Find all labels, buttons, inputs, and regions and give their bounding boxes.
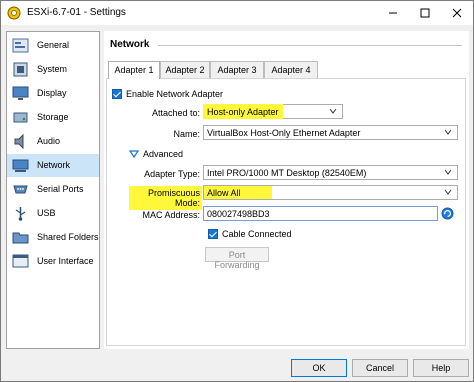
chevron-down-icon: [444, 169, 452, 175]
promiscuous-mode-value: Allow All: [207, 188, 241, 198]
mac-address-value: 080027498BD3: [207, 209, 270, 219]
disk-icon: [13, 112, 28, 123]
close-icon: [452, 8, 462, 18]
attached-to-label: Attached to:: [151, 108, 200, 118]
enable-adapter-checkbox[interactable]: [112, 89, 122, 99]
virtualbox-gear-icon: [7, 6, 21, 20]
sidebar-item-audio[interactable]: Audio: [7, 130, 99, 153]
attached-to-select-dropdown[interactable]: [283, 104, 343, 119]
sidebar-item-user-interface[interactable]: User Interface: [7, 250, 99, 273]
chevron-down-icon: [444, 189, 452, 195]
sidebar-item-shared-folders[interactable]: Shared Folders: [7, 226, 99, 249]
monitor-icon: [12, 86, 29, 100]
cable-connected-checkbox[interactable]: [208, 229, 218, 239]
sidebar-item-label: Storage: [37, 112, 69, 122]
sidebar-item-label: Audio: [37, 136, 61, 146]
sidebar-item-label: USB: [37, 208, 56, 218]
dialog-footer: OK Cancel Help: [1, 353, 473, 381]
maximize-button[interactable]: [409, 1, 441, 25]
chip-icon: [13, 62, 28, 77]
adapter-type-value: Intel PRO/1000 MT Desktop (82540EM): [207, 168, 367, 178]
name-select[interactable]: VirtualBox Host-Only Ethernet Adapter: [203, 125, 458, 140]
adapter-type-label: Adapter Type:: [144, 169, 200, 179]
cancel-button[interactable]: Cancel: [352, 359, 408, 377]
help-button[interactable]: Help: [413, 359, 469, 377]
sidebar-item-label: Network: [37, 160, 71, 170]
sidebar-item-label: User Interface: [37, 256, 94, 266]
advanced-toggle-label[interactable]: Advanced: [143, 149, 183, 159]
chevron-down-icon: [329, 108, 337, 114]
mac-address-field[interactable]: 080027498BD3: [203, 206, 438, 221]
sidebar-item-usb[interactable]: USB: [7, 202, 99, 225]
sidebar-item-label: General: [37, 40, 70, 50]
serial-port-icon: [13, 185, 28, 194]
sidebar-item-label: Serial Ports: [37, 184, 84, 194]
port-forwarding-button[interactable]: Port Forwarding: [205, 247, 269, 270]
folder-icon: [12, 232, 29, 244]
sidebar-item-general[interactable]: General: [7, 34, 99, 57]
adapter-panel: Enable Network Adapter Attached to: Host…: [106, 78, 466, 346]
sidebar-item-serial-ports[interactable]: Serial Ports: [7, 178, 99, 201]
sidebar-item-network[interactable]: Network: [7, 154, 99, 177]
speaker-icon: [14, 133, 24, 150]
settings-window: ESXi-6.7-01 - Settings General System Di…: [0, 0, 474, 382]
sidebar-item-label: Shared Folders: [37, 232, 99, 242]
attached-to-value: Host-only Adapter: [207, 107, 279, 117]
promiscuous-mode-select[interactable]: Allow All: [203, 185, 458, 200]
tab-adapter-3[interactable]: Adapter 3: [210, 61, 264, 78]
minimize-icon: [389, 12, 397, 14]
general-icon: [12, 38, 29, 53]
attached-to-select[interactable]: Host-only Adapter: [203, 104, 283, 119]
usb-icon: [15, 207, 26, 221]
chevron-down-icon: [444, 129, 452, 135]
title-divider: [158, 45, 462, 46]
name-label: Name:: [173, 129, 200, 139]
name-value: VirtualBox Host-Only Ethernet Adapter: [207, 128, 361, 138]
tab-adapter-4[interactable]: Adapter 4: [264, 61, 318, 78]
tab-adapter-2[interactable]: Adapter 2: [160, 61, 210, 78]
ui-icon: [12, 254, 29, 268]
mac-address-label: MAC Address:: [142, 210, 200, 220]
close-button[interactable]: [441, 1, 473, 25]
network-icon: [12, 159, 29, 172]
adapter-type-select[interactable]: Intel PRO/1000 MT Desktop (82540EM): [203, 165, 458, 180]
sidebar-item-system[interactable]: System: [7, 58, 99, 81]
advanced-toggle-icon[interactable]: [129, 149, 139, 159]
sidebar-item-storage[interactable]: Storage: [7, 106, 99, 129]
sidebar-item-label: System: [37, 64, 68, 74]
enable-adapter-label: Enable Network Adapter: [126, 89, 224, 99]
sidebar-item-label: Display: [37, 88, 67, 98]
sidebar-item-display[interactable]: Display: [7, 82, 99, 105]
promiscuous-mode-label: Promiscuous Mode:: [129, 186, 202, 210]
page-title: Network: [110, 39, 150, 50]
settings-sidebar: General System Display Storage Audio Net…: [6, 31, 100, 349]
window-title: ESXi-6.7-01 - Settings: [27, 7, 126, 18]
maximize-icon: [420, 8, 430, 18]
title-bar: ESXi-6.7-01 - Settings: [1, 1, 473, 25]
tab-adapter-1[interactable]: Adapter 1: [108, 61, 160, 79]
refresh-mac-icon[interactable]: [441, 207, 454, 220]
ok-button[interactable]: OK: [291, 359, 347, 377]
cable-connected-label: Cable Connected: [222, 229, 292, 239]
minimize-button[interactable]: [377, 1, 409, 25]
settings-content: Network Adapter 1 Adapter 2 Adapter 3 Ad…: [104, 31, 469, 349]
